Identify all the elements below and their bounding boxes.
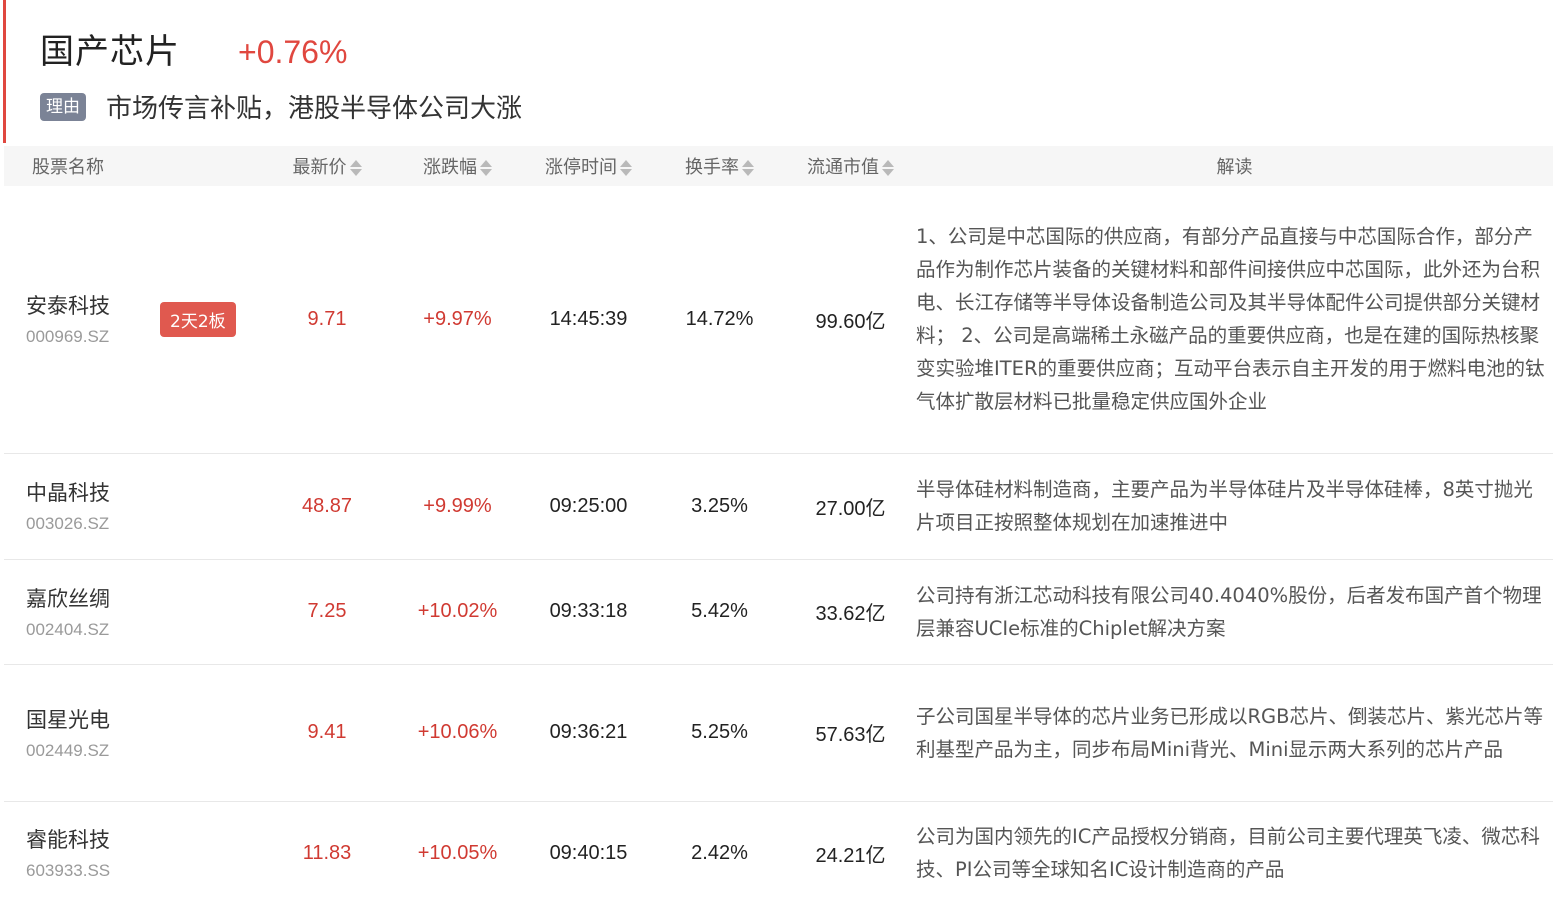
reason-row: 理由 市场传言补贴，港股半导体公司大涨 [40, 88, 1553, 125]
market-cap-cell: 24.21亿 [815, 844, 886, 867]
analysis-cell: 子公司国星半导体的芯片业务已形成以RGB芯片、倒装芯片、紫光芯片等利基型产品为主… [916, 704, 1544, 761]
stock-cell[interactable]: 睿能科技 603933.SS [4, 801, 262, 900]
stock-cell[interactable]: 安泰科技 000969.SZ 2天2板 [4, 186, 262, 453]
limit-time-cell: 09:40:15 [549, 841, 628, 864]
turnover-cell: 5.42% [691, 600, 748, 622]
stock-code: 603933.SS [26, 861, 111, 880]
price-cell: 9.71 [307, 307, 347, 330]
limit-time-cell: 09:25:00 [549, 494, 628, 517]
table-row[interactable]: 睿能科技 603933.SS 11.83 +10.05% 09:40:15 2.… [4, 801, 1553, 900]
stock-code: 003026.SZ [26, 514, 110, 533]
sort-icon[interactable] [742, 159, 754, 177]
limit-time-cell: 09:36:21 [549, 721, 628, 743]
accent-bar [3, 0, 6, 143]
header-turnover[interactable]: 换手率 [654, 146, 785, 186]
limit-up-badge: 2天2板 [160, 301, 236, 337]
turnover-cell: 5.25% [691, 721, 748, 743]
reason-tag: 理由 [40, 92, 86, 121]
sector-title: 国产芯片 [40, 32, 180, 72]
sort-icon[interactable] [349, 159, 362, 177]
market-cap-cell: 27.00亿 [815, 497, 886, 520]
stock-table: 股票名称 最新价 涨跌幅 涨停时间 换手率 流通市值 解读 安泰科技 00096… [4, 146, 1553, 900]
header-price[interactable]: 最新价 [262, 146, 392, 186]
table-row[interactable]: 国星光电 002449.SZ 9.41 +10.06% 09:36:21 5.2… [4, 664, 1553, 801]
stock-name[interactable]: 安泰科技 [26, 291, 160, 321]
sector-header: 国产芯片 +0.76% 理由 市场传言补贴，港股半导体公司大涨 [40, 24, 1553, 125]
stock-name[interactable]: 嘉欣丝绸 [26, 584, 262, 614]
limit-time-cell: 09:33:18 [549, 600, 628, 622]
price-cell: 9.41 [307, 721, 347, 743]
change-cell: +10.02% [417, 600, 498, 622]
reason-text: 市场传言补贴，港股半导体公司大涨 [106, 94, 523, 124]
table-row[interactable]: 安泰科技 000969.SZ 2天2板 9.71 +9.97% 14:45:39… [4, 186, 1553, 453]
price-cell: 7.25 [307, 600, 347, 622]
header-limit-time[interactable]: 涨停时间 [523, 146, 654, 186]
change-cell: +9.99% [423, 494, 492, 517]
stock-cell[interactable]: 中晶科技 003026.SZ [4, 453, 262, 559]
market-cap-cell: 99.60亿 [815, 310, 886, 333]
stock-name[interactable]: 睿能科技 [26, 825, 262, 855]
stock-code: 002404.SZ [26, 619, 110, 639]
stock-name[interactable]: 中晶科技 [26, 478, 262, 508]
analysis-cell: 公司为国内领先的IC产品授权分销商，目前公司主要代理英飞凌、微芯科技、PI公司等… [916, 825, 1540, 881]
table-row[interactable]: 中晶科技 003026.SZ 48.87 +9.99% 09:25:00 3.2… [4, 453, 1553, 559]
turnover-cell: 3.25% [691, 494, 748, 517]
change-cell: +10.06% [417, 721, 498, 743]
analysis-cell: 半导体硅材料制造商，主要产品为半导体硅片及半导体硅棒，8英寸抛光片项目正按照整体… [916, 478, 1533, 534]
sort-icon[interactable] [882, 159, 894, 177]
turnover-cell: 14.72% [685, 307, 754, 330]
turnover-cell: 2.42% [691, 841, 748, 864]
sort-icon[interactable] [480, 159, 492, 177]
stock-cell[interactable]: 嘉欣丝绸 002404.SZ [4, 559, 262, 664]
sector-change: +0.76% [238, 34, 348, 70]
header-stock-name: 股票名称 [32, 157, 104, 178]
analysis-cell: 1、公司是中芯国际的供应商，有部分产品直接与中芯国际合作，部分产品作为制作芯片装… [916, 225, 1545, 414]
price-cell: 48.87 [301, 494, 353, 517]
change-cell: +9.97% [423, 307, 492, 330]
table-row[interactable]: 嘉欣丝绸 002404.SZ 7.25 +10.02% 09:33:18 5.4… [4, 559, 1553, 664]
change-cell: +10.05% [417, 841, 498, 864]
stock-name[interactable]: 国星光电 [26, 705, 262, 735]
limit-time-cell: 14:45:39 [549, 307, 628, 330]
sort-icon[interactable] [620, 159, 632, 177]
stock-code: 002449.SZ [26, 740, 110, 760]
price-cell: 11.83 [302, 841, 352, 864]
stock-code: 000969.SZ [26, 327, 110, 347]
market-cap-cell: 57.63亿 [815, 724, 886, 746]
table-header-row: 股票名称 最新价 涨跌幅 涨停时间 换手率 流通市值 解读 [4, 146, 1553, 186]
sector-detail-page: 国产芯片 +0.76% 理由 市场传言补贴，港股半导体公司大涨 股票名称 最新价… [0, 0, 1553, 900]
header-change[interactable]: 涨跌幅 [392, 146, 523, 186]
market-cap-cell: 33.62亿 [815, 603, 886, 625]
stock-cell[interactable]: 国星光电 002449.SZ [4, 664, 262, 801]
title-row: 国产芯片 +0.76% [40, 24, 1553, 72]
analysis-cell: 公司持有浙江芯动科技有限公司40.4040%股份，后者发布国产首个物理层兼容UC… [916, 583, 1542, 640]
header-analysis: 解读 [1216, 157, 1253, 178]
header-market-cap[interactable]: 流通市值 [785, 146, 916, 186]
